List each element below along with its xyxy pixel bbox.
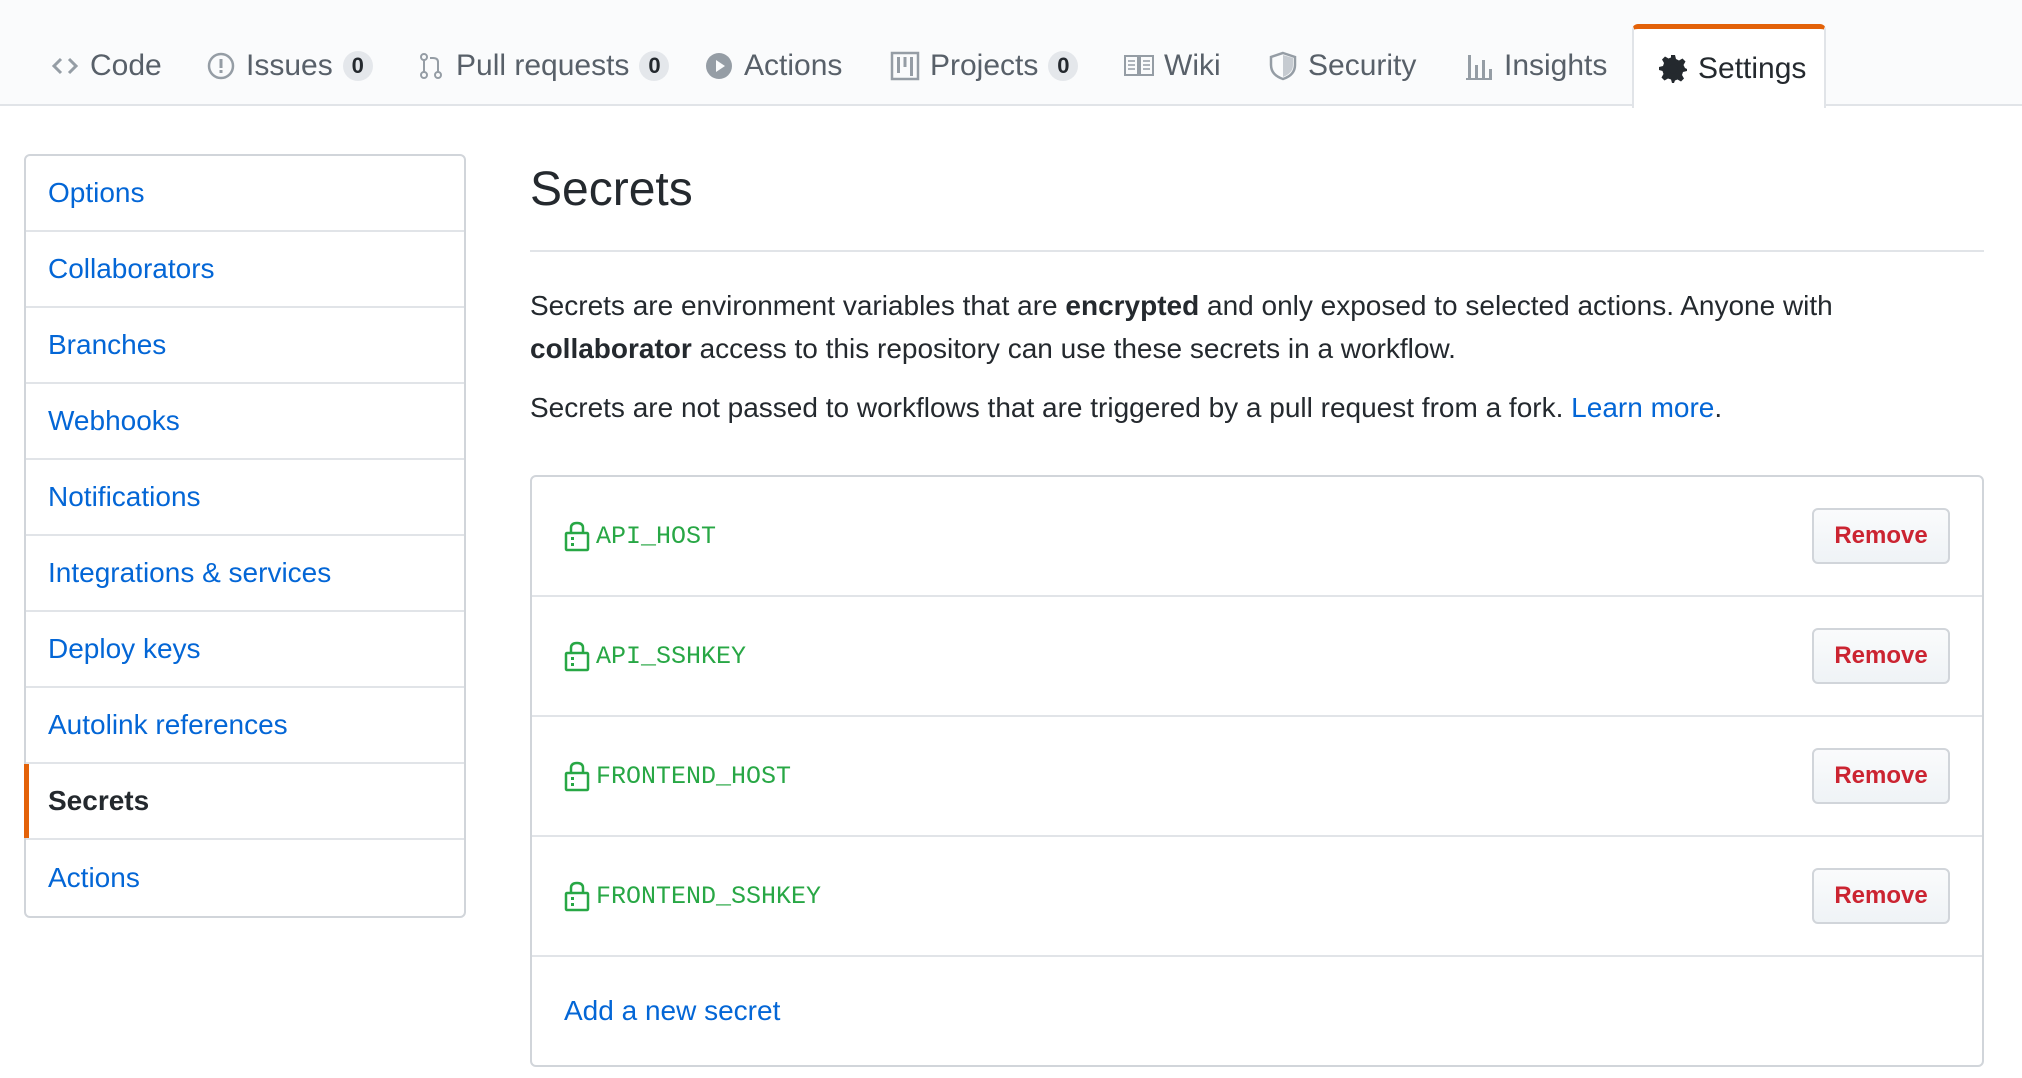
tab-projects[interactable]: Projects 0	[866, 26, 1102, 106]
remove-secret-button[interactable]: Remove	[1812, 508, 1950, 564]
desc-bold-collaborator: collaborator	[530, 333, 692, 364]
shield-icon	[1268, 51, 1298, 81]
secret-name: API_HOST	[596, 521, 717, 551]
settings-menu: Options Collaborators Branches Webhooks …	[24, 154, 466, 918]
pull-requests-count-badge: 0	[639, 51, 670, 81]
tab-projects-label: Projects	[930, 49, 1039, 82]
tab-insights[interactable]: Insights	[1440, 26, 1631, 106]
lock-icon	[564, 641, 590, 672]
tab-settings[interactable]: Settings	[1632, 24, 1826, 108]
fork-notice-text: Secrets are not passed to workflows that…	[530, 392, 1572, 423]
secret-name: FRONTEND_HOST	[596, 761, 792, 791]
secret-name: API_SSHKEY	[596, 641, 747, 671]
secret-name: FRONTEND_SSHKEY	[596, 881, 822, 911]
tab-actions[interactable]: Actions	[680, 26, 866, 106]
remove-secret-button[interactable]: Remove	[1812, 748, 1950, 804]
remove-secret-button[interactable]: Remove	[1812, 868, 1950, 924]
secrets-description: Secrets are environment variables that a…	[530, 284, 1984, 370]
secret-row: FRONTEND_SSHKEY Remove	[532, 837, 1982, 957]
fork-notice-end: .	[1714, 392, 1723, 423]
tab-issues[interactable]: Issues 0	[182, 26, 397, 106]
projects-count-badge: 0	[1048, 51, 1079, 81]
project-icon	[890, 51, 920, 81]
secrets-panel: Secrets Secrets are environment variable…	[530, 154, 1984, 1067]
add-secret-row: Add a new secret	[532, 957, 1982, 1065]
menu-item-options[interactable]: Options	[26, 156, 464, 232]
desc-bold-encrypted: encrypted	[1065, 290, 1200, 321]
desc-text-1: Secrets are environment variables that a…	[530, 290, 1066, 321]
desc-text-3: access to this repository can use these …	[691, 333, 1456, 364]
tab-wiki[interactable]: Wiki	[1100, 26, 1245, 106]
menu-item-collaborators[interactable]: Collaborators	[26, 232, 464, 308]
pull-request-icon	[416, 51, 446, 81]
tab-security[interactable]: Security	[1244, 26, 1440, 106]
tab-code-label: Code	[90, 49, 162, 82]
menu-item-autolink-references[interactable]: Autolink references	[26, 688, 464, 764]
tab-issues-label: Issues	[246, 49, 333, 82]
menu-item-deploy-keys[interactable]: Deploy keys	[26, 612, 464, 688]
issues-count-badge: 0	[342, 51, 373, 81]
menu-item-actions[interactable]: Actions	[26, 840, 464, 916]
tab-code[interactable]: Code	[26, 26, 186, 106]
lock-icon	[564, 521, 590, 552]
secret-row: API_HOST Remove	[532, 477, 1982, 597]
issue-icon	[206, 51, 236, 81]
page-title: Secrets	[530, 154, 1984, 252]
secrets-list: API_HOST Remove API_SSHKEY Remove FRONTE…	[530, 475, 1984, 1067]
lock-icon	[564, 761, 590, 792]
tab-wiki-label: Wiki	[1164, 49, 1221, 82]
tab-actions-label: Actions	[744, 49, 843, 82]
tab-pull-requests-label: Pull requests	[456, 49, 630, 82]
tab-insights-label: Insights	[1504, 49, 1608, 82]
tab-pull-requests[interactable]: Pull requests 0	[392, 26, 693, 106]
menu-item-secrets[interactable]: Secrets	[24, 764, 464, 840]
gear-icon	[1658, 54, 1688, 84]
remove-secret-button[interactable]: Remove	[1812, 628, 1950, 684]
graph-icon	[1464, 51, 1494, 81]
secret-row: FRONTEND_HOST Remove	[532, 717, 1982, 837]
lock-icon	[564, 881, 590, 912]
book-icon	[1124, 51, 1154, 81]
secret-row: API_SSHKEY Remove	[532, 597, 1982, 717]
repo-nav-tabs: Code Issues 0 Pull requests 0 Actions Pr…	[0, 0, 2022, 108]
fork-notice: Secrets are not passed to workflows that…	[530, 386, 1984, 429]
tab-security-label: Security	[1308, 49, 1417, 82]
tab-settings-label: Settings	[1698, 51, 1807, 85]
menu-item-notifications[interactable]: Notifications	[26, 460, 464, 536]
learn-more-link[interactable]: Learn more	[1571, 392, 1714, 423]
add-new-secret-link[interactable]: Add a new secret	[564, 995, 780, 1027]
play-icon	[704, 51, 734, 81]
desc-text-2: and only exposed to selected actions. An…	[1199, 290, 1833, 321]
menu-item-branches[interactable]: Branches	[26, 308, 464, 384]
code-icon	[50, 51, 80, 81]
menu-item-integrations[interactable]: Integrations & services	[26, 536, 464, 612]
menu-item-webhooks[interactable]: Webhooks	[26, 384, 464, 460]
